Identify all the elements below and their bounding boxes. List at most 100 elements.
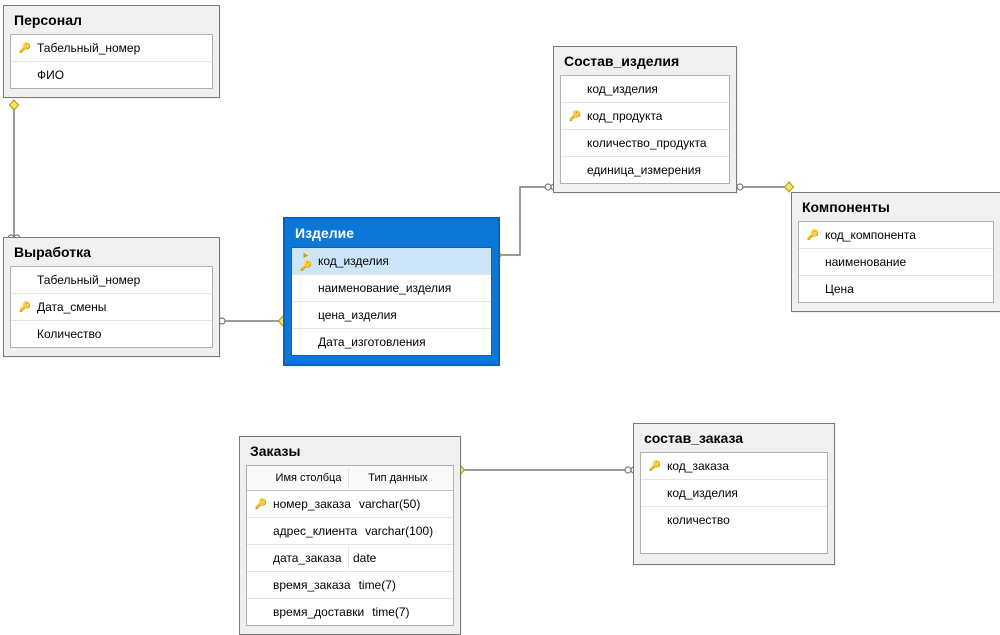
key-icon: · bbox=[805, 284, 821, 295]
key-icon: · bbox=[805, 257, 821, 268]
column-name: Цена bbox=[821, 282, 987, 296]
entity-columns: 🔑 код_компонента · наименование · Цена bbox=[798, 221, 994, 303]
key-icon: · bbox=[17, 329, 33, 340]
entity-columns: 🔑 код_заказа · код_изделия · количество bbox=[640, 452, 828, 554]
column-name: Табельный_номер bbox=[33, 41, 206, 55]
column-name: время_доставки bbox=[269, 605, 368, 619]
table-row[interactable]: · адрес_клиента varchar(100) bbox=[247, 518, 453, 545]
key-icon: · bbox=[567, 84, 583, 95]
key-icon: 🔑 bbox=[17, 302, 33, 313]
table-row[interactable]: 🔑 Дата_смены bbox=[11, 294, 212, 321]
key-icon: · bbox=[298, 337, 314, 348]
header-name: Имя столбца bbox=[269, 472, 348, 484]
table-row[interactable]: 🔑 код_заказа bbox=[641, 453, 827, 480]
column-name: адрес_клиента bbox=[269, 524, 361, 538]
column-type: date bbox=[349, 551, 447, 565]
key-icon: 🔑 bbox=[805, 230, 821, 241]
column-name: код_заказа bbox=[663, 459, 821, 473]
column-name: Дата_смены bbox=[33, 300, 206, 314]
column-type: varchar(100) bbox=[361, 524, 459, 538]
column-name: Количество bbox=[33, 327, 206, 341]
key-icon: · bbox=[298, 310, 314, 321]
table-row[interactable]: · количество bbox=[641, 507, 827, 533]
entity-columns: · Табельный_номер 🔑 Дата_смены · Количес… bbox=[10, 266, 213, 348]
entity-columns: · Имя столбца Тип данных 🔑 номер_заказа … bbox=[246, 465, 454, 626]
key-icon: 🔑 bbox=[253, 499, 269, 510]
column-name: дата_заказа bbox=[269, 551, 348, 565]
column-type: time(7) bbox=[368, 605, 466, 619]
table-row[interactable]: · наименование_изделия bbox=[292, 275, 491, 302]
entity-title: состав_заказа bbox=[634, 424, 834, 452]
column-name: Табельный_номер bbox=[33, 273, 206, 287]
column-type: time(7) bbox=[355, 578, 453, 592]
column-name: наименование bbox=[821, 255, 987, 269]
table-row[interactable]: · единица_измерения bbox=[561, 157, 729, 183]
entity-title: Выработка bbox=[4, 238, 219, 266]
entity-columns: ▸🔑 код_изделия · наименование_изделия · … bbox=[291, 247, 492, 356]
key-icon: · bbox=[647, 515, 663, 526]
key-icon: ▸🔑 bbox=[298, 250, 314, 272]
table-row[interactable]: 🔑 код_компонента bbox=[799, 222, 993, 249]
entity-product-composition[interactable]: Состав_изделия · код_изделия 🔑 код_проду… bbox=[553, 46, 737, 193]
key-icon: · bbox=[567, 165, 583, 176]
entity-title: Заказы bbox=[240, 437, 460, 465]
column-name: время_заказа bbox=[269, 578, 355, 592]
table-row[interactable]: 🔑 номер_заказа varchar(50) bbox=[247, 491, 453, 518]
entity-columns: · код_изделия 🔑 код_продукта · количеств… bbox=[560, 75, 730, 184]
table-row[interactable]: 🔑 код_продукта bbox=[561, 103, 729, 130]
entity-output[interactable]: Выработка · Табельный_номер 🔑 Дата_смены… bbox=[3, 237, 220, 357]
column-name: код_компонента bbox=[821, 228, 987, 242]
table-row[interactable]: · количество_продукта bbox=[561, 130, 729, 157]
table-row[interactable]: · ФИО bbox=[11, 62, 212, 88]
entity-title: Компоненты bbox=[792, 193, 1000, 221]
key-icon: · bbox=[298, 283, 314, 294]
header-type: Тип данных bbox=[349, 472, 447, 484]
key-icon: · bbox=[17, 275, 33, 286]
table-row[interactable]: · Дата_изготовления bbox=[292, 329, 491, 355]
entity-title: Персонал bbox=[4, 6, 219, 34]
key-icon: 🔑 bbox=[647, 461, 663, 472]
column-name: код_изделия bbox=[663, 486, 821, 500]
table-row[interactable]: · код_изделия bbox=[561, 76, 729, 103]
column-name: номер_заказа bbox=[269, 497, 355, 511]
entity-personnel[interactable]: Персонал 🔑 Табельный_номер · ФИО bbox=[3, 5, 220, 98]
table-row[interactable]: · время_доставки time(7) bbox=[247, 599, 453, 625]
entity-title: Состав_изделия bbox=[554, 47, 736, 75]
entity-columns: 🔑 Табельный_номер · ФИО bbox=[10, 34, 213, 89]
column-name: ФИО bbox=[33, 68, 206, 82]
table-row[interactable]: · Количество bbox=[11, 321, 212, 347]
column-name: код_изделия bbox=[314, 254, 485, 268]
key-icon: · bbox=[17, 70, 33, 81]
column-name: код_продукта bbox=[583, 109, 723, 123]
table-row[interactable]: · Цена bbox=[799, 276, 993, 302]
column-name: количество_продукта bbox=[583, 136, 723, 150]
entity-order-composition[interactable]: состав_заказа 🔑 код_заказа · код_изделия… bbox=[633, 423, 835, 565]
key-icon: · bbox=[567, 138, 583, 149]
key-icon: 🔑 bbox=[567, 111, 583, 122]
key-icon: · bbox=[647, 488, 663, 499]
key-icon: · bbox=[253, 526, 269, 537]
key-icon: · bbox=[253, 473, 269, 484]
column-headers: · Имя столбца Тип данных bbox=[247, 466, 453, 491]
table-row[interactable]: 🔑 Табельный_номер bbox=[11, 35, 212, 62]
key-icon: 🔑 bbox=[17, 43, 33, 54]
entity-components[interactable]: Компоненты 🔑 код_компонента · наименован… bbox=[791, 192, 1000, 312]
entity-product[interactable]: Изделие ▸🔑 код_изделия · наименование_из… bbox=[283, 217, 500, 366]
diagram-canvas[interactable]: Персонал 🔑 Табельный_номер · ФИО Выработ… bbox=[0, 0, 1000, 614]
table-row[interactable]: · цена_изделия bbox=[292, 302, 491, 329]
table-row[interactable]: · Табельный_номер bbox=[11, 267, 212, 294]
key-icon: · bbox=[253, 607, 269, 618]
table-row[interactable]: · код_изделия bbox=[641, 480, 827, 507]
table-row[interactable]: · время_заказа time(7) bbox=[247, 572, 453, 599]
column-name: количество bbox=[663, 513, 821, 527]
column-name: код_изделия bbox=[583, 82, 723, 96]
table-row[interactable]: ▸🔑 код_изделия bbox=[292, 248, 491, 275]
column-name: цена_изделия bbox=[314, 308, 485, 322]
key-icon: · bbox=[253, 580, 269, 591]
column-name: единица_измерения bbox=[583, 163, 723, 177]
table-row[interactable]: · дата_заказа date bbox=[247, 545, 453, 572]
entity-orders[interactable]: Заказы · Имя столбца Тип данных 🔑 номер_… bbox=[239, 436, 461, 635]
table-row[interactable]: · наименование bbox=[799, 249, 993, 276]
key-icon: · bbox=[253, 553, 269, 564]
entity-title: Изделие bbox=[285, 219, 498, 247]
